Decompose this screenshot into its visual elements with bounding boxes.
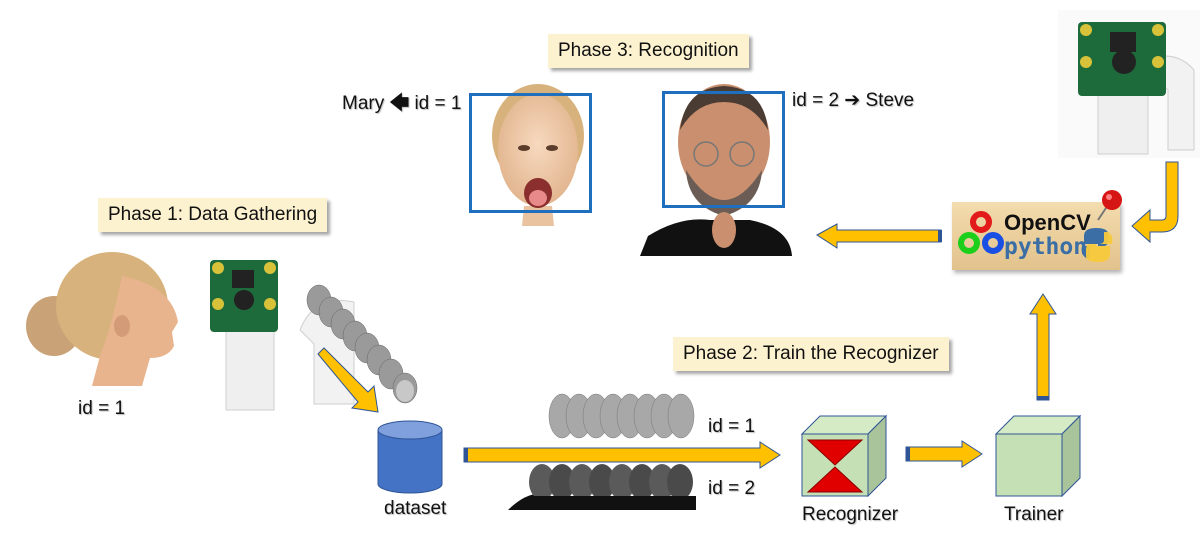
trainer-label: Trainer <box>1004 504 1064 525</box>
arrow-left-icon: 🡄 <box>389 93 410 114</box>
recognizer-label: Recognizer <box>802 504 899 525</box>
subject-id-label: id = 1 <box>78 398 126 419</box>
arrow-camera-to-opencv <box>1131 161 1179 244</box>
phase1-label: Phase 1: Data Gathering <box>98 198 328 232</box>
opencv-logo-icon <box>958 211 1004 254</box>
recognizer-cube-icon <box>800 414 888 498</box>
face-detection-box-mary <box>469 93 592 213</box>
phase2-label: Phase 2: Train the Recognizer <box>673 337 949 371</box>
mary-name: Mary <box>342 93 385 114</box>
subject-profile-image <box>26 252 178 386</box>
arrow-recognizer-to-trainer <box>905 440 983 468</box>
mary-id: id = 1 <box>414 93 462 114</box>
arrow-to-recognition <box>816 223 942 249</box>
mary-result-label: Mary 🡄 id = 1 <box>342 89 461 121</box>
trainer-cube-icon <box>994 414 1082 498</box>
python-text: python <box>1004 234 1088 260</box>
arrow-to-dataset <box>317 347 379 413</box>
group1-id-label: id = 1 <box>708 416 756 437</box>
training-faces-id2 <box>508 464 696 510</box>
training-faces-id1 <box>548 393 695 439</box>
dataset-cylinder-icon <box>377 420 443 494</box>
arrow-trainer-to-opencv <box>1029 293 1057 401</box>
steve-result-label: id = 2 ➔ Steve <box>792 89 914 112</box>
camera-module-top-right <box>1058 10 1200 158</box>
python-logo-icon <box>1081 228 1113 262</box>
steve-name: Steve <box>865 90 915 111</box>
phase3-label: Phase 3: Recognition <box>548 34 749 68</box>
pushpin-icon <box>1097 190 1122 221</box>
face-detection-box-steve <box>662 91 785 208</box>
dataset-label: dataset <box>384 498 447 519</box>
opencv-text: OpenCV <box>1004 210 1091 235</box>
group2-id-label: id = 2 <box>708 478 756 499</box>
arrow-right-icon: ➔ <box>844 90 861 111</box>
